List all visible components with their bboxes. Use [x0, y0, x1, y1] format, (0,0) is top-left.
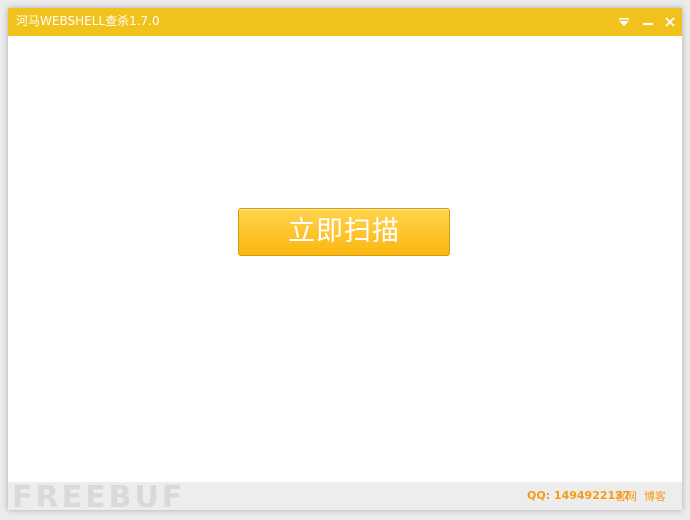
minimize-button[interactable]	[638, 12, 658, 32]
menu-dropdown-button[interactable]	[614, 12, 634, 32]
blog-link[interactable]: 博客	[644, 488, 666, 504]
close-icon	[665, 17, 675, 27]
app-window: 河马WEBSHELL查杀1.7.0 立即扫描 FREEBUF QQ: 14949…	[8, 8, 682, 510]
close-button[interactable]	[660, 12, 680, 32]
minimize-icon	[643, 23, 653, 25]
title-bar[interactable]: 河马WEBSHELL查杀1.7.0	[8, 8, 682, 36]
scan-now-button[interactable]: 立即扫描	[238, 208, 450, 256]
chevron-down-bar-icon	[619, 18, 629, 26]
status-footer: FREEBUF QQ: 1494922137 官网 博客	[8, 482, 682, 510]
window-title: 河马WEBSHELL查杀1.7.0	[16, 14, 160, 28]
freebuf-watermark-logo: FREEBUF	[12, 482, 185, 510]
official-site-link[interactable]: 官网	[615, 488, 637, 504]
svg-text:FREEBUF: FREEBUF	[12, 482, 185, 510]
